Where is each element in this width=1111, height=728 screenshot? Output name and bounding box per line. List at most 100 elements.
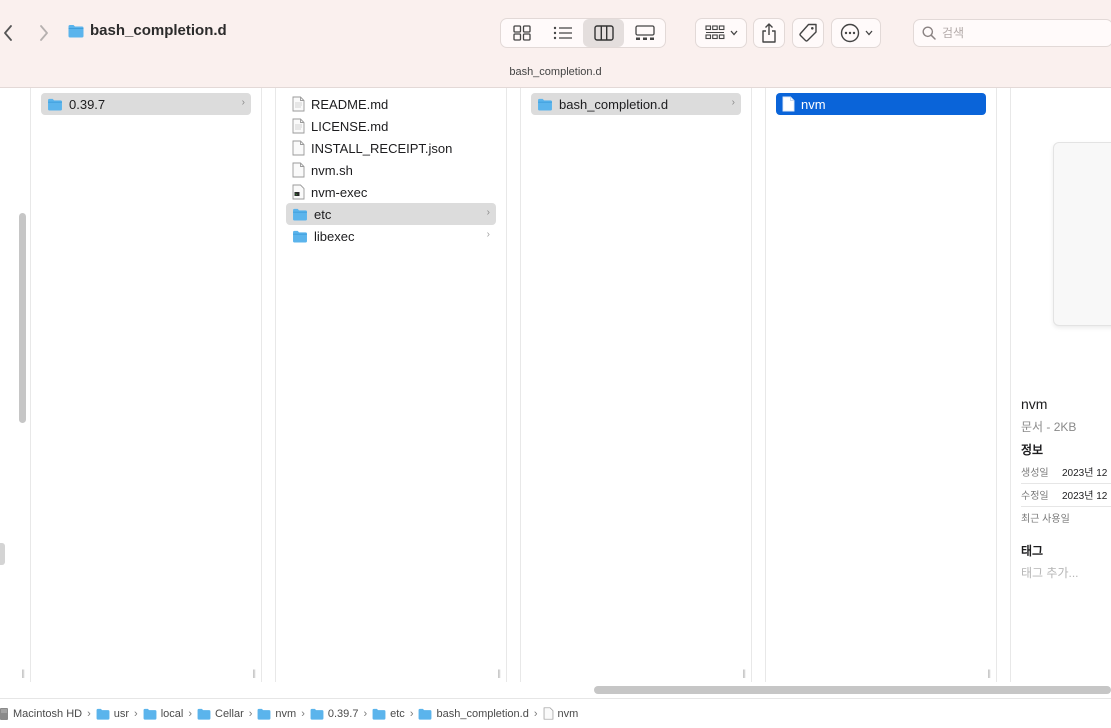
search-field[interactable] [913, 19, 1111, 47]
folder-icon [257, 708, 271, 720]
column-2[interactable]: README.md LICENSE.md INSTALL_RECEIPT.jso… [276, 88, 507, 682]
breadcrumb-separator: › [87, 707, 91, 720]
folder-icon [293, 208, 307, 221]
breadcrumb-separator: › [409, 707, 414, 720]
vertical-scrollbar[interactable] [19, 213, 26, 423]
breadcrumb-item[interactable]: nvm [543, 707, 578, 720]
breadcrumb-label: usr [113, 707, 130, 720]
chevron-left-icon [4, 25, 12, 41]
folder-icon [143, 708, 157, 720]
list-item[interactable]: > nvm-exec [286, 181, 496, 203]
list-item[interactable]: LICENSE.md [286, 115, 496, 137]
chevron-right-icon [40, 25, 48, 41]
column-4[interactable]: nvm || [766, 88, 997, 682]
breadcrumb-separator: › [301, 707, 305, 720]
item-label: bash_completion.d [559, 96, 669, 112]
item-label: LICENSE.md [311, 118, 389, 134]
list-view-button[interactable] [542, 19, 583, 47]
gallery-view-button[interactable] [624, 19, 665, 47]
folder-icon [96, 708, 110, 720]
file-thumbnail [1053, 142, 1111, 326]
breadcrumb-label: etc [390, 707, 405, 720]
share-button[interactable] [753, 18, 785, 48]
search-input[interactable] [942, 26, 1092, 40]
column-resize-handle[interactable]: || [742, 668, 746, 678]
executable-icon: > [292, 184, 305, 200]
breadcrumb-item[interactable]: Cellar [197, 708, 244, 720]
list-item[interactable]: libexec › [286, 225, 496, 247]
chevron-right-icon: › [486, 229, 490, 240]
item-label: nvm [801, 96, 826, 112]
folder-icon [372, 708, 386, 720]
preview-last-opened-row: 최근 사용일 [1021, 506, 1111, 529]
folder-icon [419, 708, 432, 720]
list-item[interactable]: INSTALL_RECEIPT.json [286, 137, 496, 159]
column-1[interactable]: 0.39.7 › || [31, 88, 262, 682]
item-label: etc [314, 206, 332, 222]
tag-button[interactable] [792, 18, 824, 48]
preview-pane: nvm 문서 - 2KB 정보 생성일 2023년 12 수정일 2023년 1… [1011, 88, 1111, 682]
breadcrumb-label: local [160, 707, 184, 720]
group-by-button[interactable] [695, 18, 747, 48]
created-label: 생성일 [1021, 468, 1049, 479]
document-icon [292, 162, 305, 178]
column-resize-handle[interactable]: || [497, 668, 501, 678]
share-icon [762, 23, 776, 43]
column-gap [262, 88, 276, 682]
window-title-text: bash_completion.d [90, 22, 227, 39]
view-mode-group [500, 18, 666, 48]
item-label: README.md [311, 96, 389, 112]
breadcrumb-item[interactable]: etc [372, 708, 405, 720]
column-resize-handle[interactable]: || [252, 668, 256, 678]
breadcrumb-item[interactable]: bash_completion.d [418, 708, 529, 720]
breadcrumb-separator: › [188, 707, 192, 720]
chevron-down-icon [865, 30, 872, 36]
breadcrumb-item[interactable]: local [143, 707, 184, 720]
document-icon [292, 118, 305, 134]
document-icon [292, 140, 305, 156]
chevron-right-icon: › [486, 207, 490, 218]
column-gap [507, 88, 521, 682]
chevron-right-icon: › [241, 97, 245, 108]
more-actions-button[interactable] [831, 18, 881, 48]
tag-icon [799, 23, 817, 42]
column-browser: || 0.39.7 › || README.md LICENSE.md INST… [0, 88, 1111, 682]
breadcrumb-item[interactable]: Macintosh HD [0, 707, 82, 721]
horizontal-scrollbar[interactable] [594, 686, 1111, 694]
ellipsis-circle-icon [840, 23, 859, 43]
sidebar-edge-handle[interactable] [0, 543, 5, 565]
breadcrumb-item[interactable]: nvm [257, 708, 296, 720]
back-button[interactable] [0, 20, 20, 46]
list-item[interactable]: README.md [286, 93, 496, 115]
folder-icon [310, 708, 324, 720]
column-view-button[interactable] [583, 19, 624, 47]
list-item[interactable]: nvm.sh [286, 159, 496, 181]
search-icon [922, 26, 936, 40]
hard-drive-icon [0, 707, 8, 720]
breadcrumb-item[interactable]: 0.39.7 [310, 708, 358, 720]
add-tags-field[interactable]: 태그 추가... [1021, 564, 1079, 581]
list-item[interactable]: 0.39.7 › [41, 93, 251, 115]
toolbar: bash_completion.d bash_completion.d [0, 0, 1111, 88]
window-title: bash_completion.d [68, 22, 227, 39]
column-3[interactable]: bash_completion.d › || [521, 88, 752, 682]
modified-value: 2023년 12 [1062, 491, 1108, 502]
column-gap [997, 88, 1011, 682]
created-value: 2023년 12 [1062, 468, 1108, 479]
list-item[interactable]: etc › [286, 203, 496, 225]
chevron-down-icon [730, 30, 737, 36]
column-0[interactable]: || [0, 88, 31, 682]
path-bar-title: bash_completion.d [509, 66, 602, 78]
forward-button[interactable] [32, 20, 56, 46]
gallery-icon [634, 25, 655, 40]
preview-tags-heading: 태그 [1021, 544, 1044, 558]
columns-icon [593, 25, 614, 41]
list-item[interactable]: nvm [776, 93, 986, 115]
column-resize-handle[interactable]: || [21, 668, 25, 678]
icon-view-button[interactable] [501, 19, 542, 47]
column-resize-handle[interactable]: || [987, 668, 991, 678]
breadcrumb-item[interactable]: usr [96, 708, 129, 720]
list-item[interactable]: bash_completion.d › [531, 93, 741, 115]
preview-filename: nvm [1021, 396, 1048, 412]
folder-icon [538, 98, 552, 111]
